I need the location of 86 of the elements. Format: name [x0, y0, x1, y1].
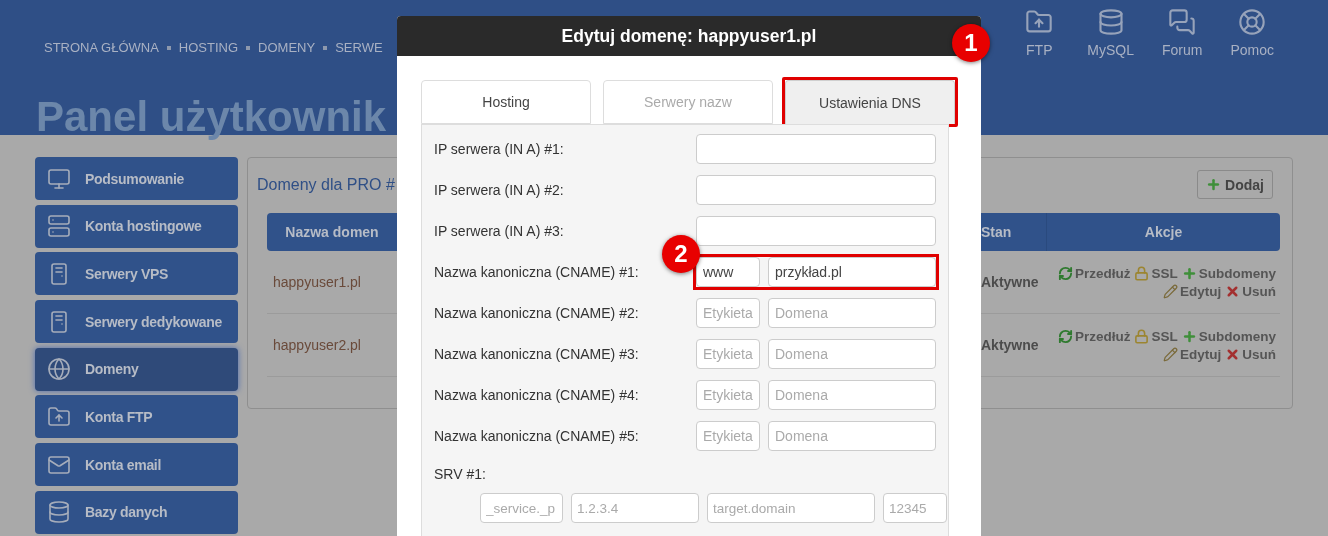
sidebar-item[interactable]: Serwery dedykowane	[35, 300, 238, 344]
pencil-icon	[1163, 346, 1178, 362]
sidebar-item[interactable]: Konta hostingowe	[35, 204, 238, 248]
input-field[interactable]: Etykieta	[696, 380, 760, 410]
quick-link[interactable]: FTP	[1019, 8, 1060, 58]
sidebar-item[interactable]: Podsumowanie	[35, 157, 238, 200]
input-field[interactable]: www	[696, 257, 760, 287]
database-icon	[1096, 8, 1125, 36]
step-badge: 2	[662, 235, 700, 273]
database-icon	[47, 500, 71, 525]
input-field[interactable]: Domena	[768, 339, 936, 369]
input-field[interactable]: przykład.pl	[768, 257, 936, 287]
quick-link[interactable]: Pomoc	[1230, 8, 1274, 58]
plus-icon	[1181, 265, 1197, 281]
lock-icon	[1134, 328, 1150, 344]
page-title: Panel użytkownik	[36, 93, 387, 141]
action-link[interactable]: SSL	[1134, 328, 1178, 344]
status-text: Aktywne	[981, 337, 1039, 353]
domain-name: happyuser1.pl	[273, 274, 361, 290]
action-link[interactable]: Subdomeny	[1181, 265, 1276, 281]
field-label: Nazwa kanoniczna (CNAME) #3:	[434, 346, 639, 362]
input-field[interactable]: Domena	[768, 380, 936, 410]
globe-icon	[47, 357, 71, 382]
field-label: Nazwa kanoniczna (CNAME) #5:	[434, 428, 639, 444]
lock-icon	[1134, 265, 1150, 281]
action-link[interactable]: Edytuj	[1163, 283, 1222, 299]
column-header: Nazwa domen	[267, 213, 397, 251]
nav-link[interactable]: HOSTING	[178, 40, 239, 55]
input-field[interactable]	[696, 175, 936, 205]
field-label: IP serwera (IN A) #2:	[434, 182, 564, 198]
tab[interactable]: Ustawienia DNS	[785, 80, 955, 124]
action-link[interactable]: Przedłuż	[1057, 328, 1131, 344]
separator-icon	[166, 45, 171, 50]
status-text: Aktywne	[981, 274, 1039, 290]
input-field[interactable]	[696, 216, 936, 246]
action-link[interactable]: Subdomeny	[1181, 328, 1276, 344]
nav-link[interactable]: DOMENY	[258, 40, 316, 55]
sidebar-item[interactable]: Domeny	[35, 347, 238, 391]
monitor-icon	[47, 166, 71, 191]
input-field[interactable]: Etykieta	[696, 339, 760, 369]
add-button[interactable]: Dodaj	[1197, 170, 1273, 199]
field-label: IP serwera (IN A) #1:	[434, 141, 564, 157]
server-icon	[47, 214, 71, 239]
input-field[interactable]: target.domain	[707, 493, 875, 523]
column-header: Stan	[981, 213, 1046, 251]
field-label: SRV #1:	[434, 466, 487, 482]
input-field[interactable]: Domena	[768, 298, 936, 328]
separator-icon	[246, 45, 251, 50]
sidebar-item[interactable]: Serwery VPS	[35, 252, 238, 296]
input-field[interactable]: Etykieta	[696, 298, 760, 328]
input-field[interactable]: 1.2.3.4	[571, 493, 699, 523]
chat-bubbles-icon	[1168, 8, 1197, 36]
domain-name: happyuser2.pl	[273, 337, 361, 353]
quick-link[interactable]: MySQL	[1087, 8, 1134, 58]
field-label: Nazwa kanoniczna (CNAME) #1:	[434, 264, 639, 280]
action-link[interactable]: Usuń	[1225, 283, 1276, 299]
help-icon	[1238, 8, 1267, 36]
input-field[interactable]: _service._p	[480, 493, 563, 523]
pencil-icon	[1163, 283, 1178, 299]
field-label: IP serwera (IN A) #3:	[434, 223, 564, 239]
panel-title: Domeny dla PRO #	[257, 176, 395, 194]
action-link[interactable]: SSL	[1134, 265, 1178, 281]
plus-icon	[1181, 328, 1197, 344]
nav-link[interactable]: SERWE	[335, 40, 383, 55]
action-link[interactable]: Usuń	[1225, 346, 1276, 362]
field-label: Nazwa kanoniczna (CNAME) #4:	[434, 387, 639, 403]
separator-icon	[323, 45, 328, 50]
field-label: Nazwa kanoniczna (CNAME) #2:	[434, 305, 639, 321]
action-link[interactable]: Przedłuż	[1057, 265, 1131, 281]
refresh-icon	[1057, 265, 1073, 281]
quick-link[interactable]: Forum	[1161, 8, 1203, 58]
refresh-icon	[1057, 328, 1073, 344]
sidebar-item[interactable]: Konta FTP	[35, 395, 238, 439]
folder-upload-icon	[47, 404, 71, 429]
tab[interactable]: Hosting	[421, 80, 591, 124]
nav-link[interactable]: STRONA GŁÓWNA	[44, 40, 159, 55]
input-field[interactable]: Etykieta	[696, 421, 760, 451]
column-header: Akcje	[1046, 213, 1280, 251]
dialog-title: Edytuj domenę: happyuser1.pl	[561, 25, 817, 47]
input-field[interactable]: 12345	[883, 493, 947, 523]
input-field[interactable]	[696, 134, 936, 164]
plus-icon	[1206, 177, 1222, 192]
input-field[interactable]: Domena	[768, 421, 936, 451]
action-link[interactable]: Edytuj	[1163, 346, 1222, 362]
sidebar-item[interactable]: Bazy danych	[35, 490, 238, 534]
sidebar-item[interactable]: Konta email	[35, 443, 238, 487]
